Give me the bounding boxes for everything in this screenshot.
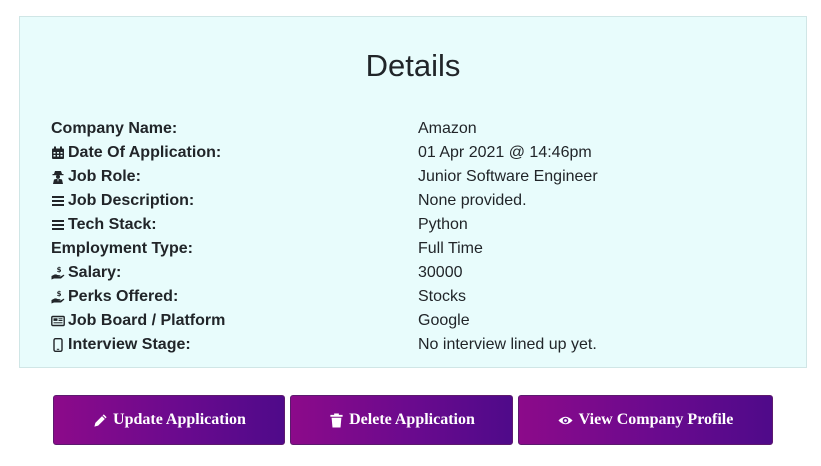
detail-label: Perks Offered: [68, 288, 179, 305]
eye-icon [558, 412, 574, 428]
detail-label: Company Name: [51, 120, 178, 137]
update-application-label: Update Application [113, 411, 246, 428]
detail-row-salary: $ Salary: 30000 [51, 261, 791, 285]
detail-value: Junior Software Engineer [418, 168, 598, 185]
detail-row-job-role: Job Role: Junior Software Engineer [51, 165, 791, 189]
detail-row-tech-stack: Tech Stack: Python [51, 213, 791, 237]
view-company-profile-button[interactable]: View Company Profile [518, 395, 773, 445]
detail-value: Amazon [418, 120, 477, 137]
detail-row-date-of-application: Date Of Application: 01 Apr 2021 @ 14:46… [51, 141, 791, 165]
detail-row-company-name: Company Name: Amazon [51, 117, 791, 141]
update-application-button[interactable]: Update Application [53, 395, 285, 445]
view-company-profile-label: View Company Profile [578, 411, 734, 428]
hand-holding-usd-icon: $ [51, 289, 65, 305]
detail-value: Full Time [418, 240, 483, 257]
detail-value: 30000 [418, 264, 463, 281]
detail-row-employment-type: Employment Type: Full Time [51, 237, 791, 261]
svg-text:$: $ [57, 290, 62, 298]
details-card: Details Company Name: Amazon Date Of App… [19, 16, 807, 368]
bars-icon [51, 217, 65, 233]
detail-row-perks-offered: $ Perks Offered: Stocks [51, 285, 791, 309]
detail-label: Date Of Application: [68, 144, 222, 161]
user-secret-icon [51, 169, 65, 185]
detail-value: Python [418, 216, 468, 233]
pencil-icon [92, 412, 108, 428]
detail-label: Tech Stack: [68, 216, 157, 233]
details-list: Company Name: Amazon Date Of Application… [51, 117, 791, 357]
delete-application-button[interactable]: Delete Application [290, 395, 513, 445]
detail-label: Job Board / Platform [68, 312, 226, 329]
detail-value: None provided. [418, 192, 527, 209]
detail-label: Employment Type: [51, 240, 193, 257]
detail-label: Job Description: [68, 192, 195, 209]
detail-row-job-board: Job Board / Platform Google [51, 309, 791, 333]
bars-icon [51, 193, 65, 209]
detail-label: Interview Stage: [68, 336, 191, 353]
delete-application-label: Delete Application [349, 411, 475, 428]
svg-text:$: $ [57, 266, 62, 274]
detail-label: Salary: [68, 264, 122, 281]
detail-value: No interview lined up yet. [418, 336, 597, 353]
detail-label: Job Role: [68, 168, 141, 185]
details-title: Details [365, 48, 461, 83]
hand-holding-usd-icon: $ [51, 265, 65, 281]
detail-value: 01 Apr 2021 @ 14:46pm [418, 144, 592, 161]
detail-value: Stocks [418, 288, 467, 305]
calendar-icon [51, 145, 65, 161]
detail-row-interview-stage: Interview Stage: No interview lined up y… [51, 333, 791, 357]
mobile-icon [51, 337, 65, 353]
action-buttons: Update Application Delete Application Vi… [0, 395, 821, 445]
detail-value: Google [418, 312, 470, 329]
trash-icon [328, 412, 344, 428]
detail-row-job-description: Job Description: None provided. [51, 189, 791, 213]
newspaper-icon [51, 313, 65, 329]
